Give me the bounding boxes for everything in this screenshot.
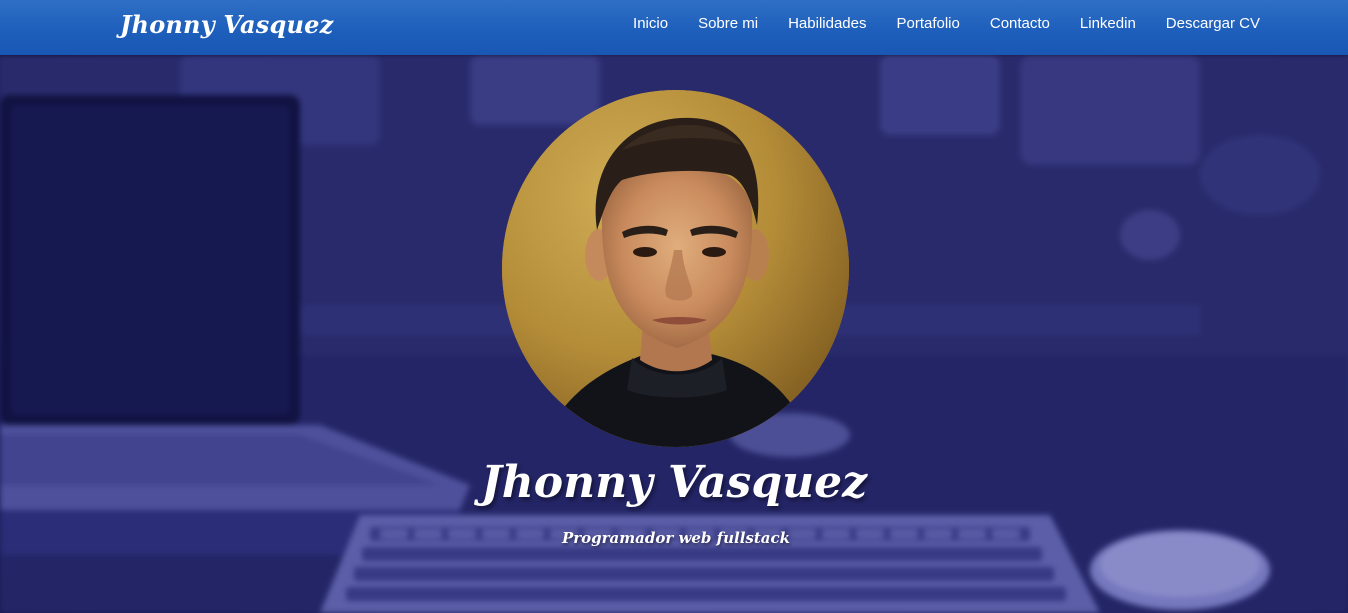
profile-avatar <box>502 90 849 447</box>
nav-link-habilidades[interactable]: Habilidades <box>788 15 866 32</box>
nav-link-sobre-mi[interactable]: Sobre mi <box>698 15 758 32</box>
hero-subtitle: Programador web fullstack <box>561 529 791 547</box>
nav-link-descargar-cv[interactable]: Descargar CV <box>1166 15 1260 32</box>
nav-links: Inicio Sobre mi Habilidades Portafolio C… <box>633 0 1260 46</box>
nav-link-contacto[interactable]: Contacto <box>990 15 1050 32</box>
navbar: Jhonny Vasquez Inicio Sobre mi Habilidad… <box>0 0 1348 55</box>
page: Jhonny Vasquez Inicio Sobre mi Habilidad… <box>0 0 1348 613</box>
hero-name: Jhonny Vasquez <box>480 457 868 508</box>
profile-photo <box>502 90 849 447</box>
nav-link-inicio[interactable]: Inicio <box>633 15 668 32</box>
brand-logo-link[interactable]: Jhonny Vasquez <box>120 10 333 39</box>
hero-section: Jhonny Vasquez Programador web fullstack <box>0 55 1348 613</box>
nav-link-linkedin[interactable]: Linkedin <box>1080 15 1136 32</box>
nav-link-portafolio[interactable]: Portafolio <box>896 15 959 32</box>
